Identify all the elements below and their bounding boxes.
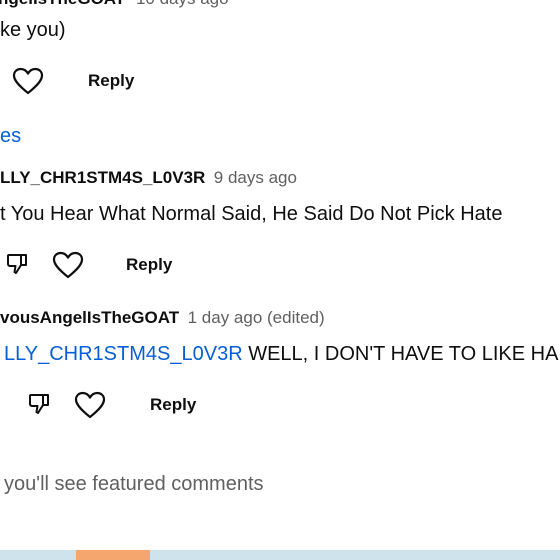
reply-1-reply-button[interactable]: Reply [126, 254, 172, 276]
top-comment-header: ngelIsTheGOAT 10 days ago [0, 0, 229, 10]
top-comment-text: ke you) [0, 19, 66, 41]
reply-1-text: t You Hear What Normal Said, He Said Do … [0, 203, 503, 225]
reply-2-reply-button[interactable]: Reply [150, 394, 196, 416]
dislike-icon[interactable] [6, 252, 28, 276]
top-comment-reply-button[interactable]: Reply [88, 70, 134, 92]
reply-2-body: WELL, I DON'T HAVE TO LIKE HA [248, 343, 559, 365]
top-comment-author[interactable]: ngelIsTheGOAT [0, 0, 125, 8]
reply-2-time[interactable]: 1 day ago (edited) [188, 308, 325, 327]
featured-comments-note: you'll see featured comments [4, 473, 264, 495]
replies-toggle[interactable]: es [0, 124, 21, 148]
bottom-accent-segment [76, 550, 150, 560]
reply-2-author[interactable]: vousAngelIsTheGOAT [0, 308, 179, 327]
heart-icon[interactable] [74, 391, 106, 419]
dislike-icon[interactable] [28, 392, 50, 416]
reply-2-header: vousAngelIsTheGOAT 1 day ago (edited) [0, 307, 325, 329]
reply-1-header: LLY_CHR1STM4S_L0V3R 9 days ago [0, 167, 297, 189]
reply-1-author[interactable]: LLY_CHR1STM4S_L0V3R [0, 168, 205, 187]
heart-icon[interactable] [52, 251, 84, 279]
reply-1-time[interactable]: 9 days ago [214, 168, 297, 187]
reply-2-text: LLY_CHR1STM4S_L0V3R WELL, I DON'T HAVE T… [4, 342, 558, 366]
top-comment-time[interactable]: 10 days ago [136, 0, 229, 8]
mention-link[interactable]: LLY_CHR1STM4S_L0V3R [4, 343, 243, 365]
heart-icon[interactable] [12, 67, 44, 95]
